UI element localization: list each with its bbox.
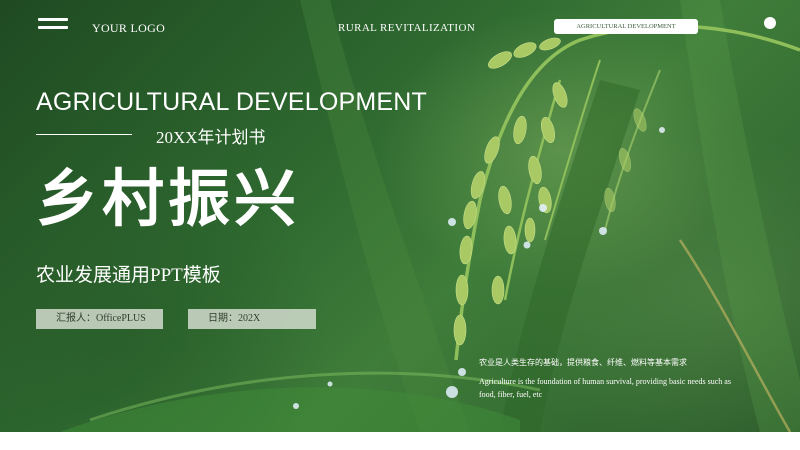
- title-divider: [36, 134, 132, 135]
- header-center-text: RURAL REVITALIZATION: [338, 22, 476, 34]
- date-tag: 日期：202X: [188, 309, 316, 329]
- logo-text: YOUR LOGO: [92, 21, 166, 35]
- menu-icon[interactable]: [38, 18, 68, 32]
- plan-year-text: 20XX年计划书: [156, 128, 266, 147]
- slide: YOUR LOGO RURAL REVITALIZATION AGRICULTU…: [0, 0, 800, 432]
- subtitle: 农业发展通用PPT模板: [36, 265, 221, 286]
- bottom-strip: [0, 432, 800, 450]
- english-title: AGRICULTURAL DEVELOPMENT: [36, 88, 427, 116]
- dot-icon: [764, 17, 776, 29]
- chinese-main-title: 乡村振兴: [36, 162, 301, 235]
- reporter-tag: 汇报人：OfficePLUS: [36, 309, 163, 329]
- header-badge: AGRICULTURAL DEVELOPMENT: [554, 19, 698, 34]
- description-chinese: 农业是人类生存的基础，提供粮食、纤维、燃料等基本需求: [479, 358, 687, 367]
- description-english: Agriculture is the foundation of human s…: [479, 377, 731, 399]
